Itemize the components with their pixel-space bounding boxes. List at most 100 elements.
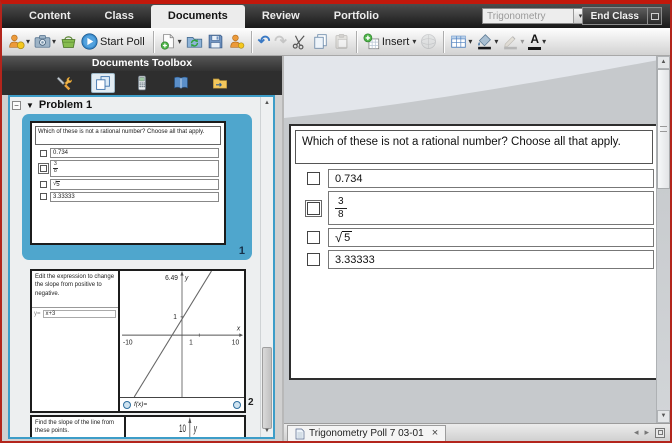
text-color-button[interactable]: A ▾ [526,30,548,54]
chevron-down-icon[interactable]: ▾ [26,37,30,46]
line-color-button[interactable]: ▾ [500,30,526,54]
checkbox-cell-focused [305,200,322,217]
new-document-icon [160,33,177,50]
mini-graph: 10 y [126,417,244,439]
mini-answer-box: 3.33333 [50,192,219,202]
end-class-options-button[interactable] [648,7,662,25]
toolbox-tab-utilities[interactable] [169,73,193,93]
toolbar-separator [443,31,444,53]
page-thumbnail-3[interactable]: Find the slope of the line from these po… [30,415,246,439]
tab-class[interactable]: Class [88,4,151,28]
copy-button[interactable] [310,30,331,54]
answer-checkbox[interactable] [307,253,320,266]
mini-checkbox [40,193,47,200]
graph-x-min-label: -10 [123,339,133,346]
mini-fraction: 3 8 [53,162,58,175]
tab-scroll-right-icon[interactable]: ▸ [644,427,649,438]
chevron-down-icon[interactable]: ▾ [494,37,498,46]
scroll-up-icon[interactable]: ▲ [657,56,670,69]
chevron-down-icon[interactable]: ▾ [178,37,182,46]
expression-label: y= [34,311,41,317]
mini-question-text: Which of these is not a rational number?… [35,126,221,145]
fraction-denominator: 8 [338,209,344,221]
table-button[interactable]: ▾ [448,30,474,54]
start-poll-label: Start Poll [100,36,145,48]
main-scrollbar-thumb[interactable] [657,69,670,189]
document-tab[interactable]: Trigonometry Poll 7 03-01 × [287,425,446,441]
answer-box[interactable]: 3 8 [328,191,654,225]
student-button[interactable] [226,30,247,54]
checkbox-cell [305,251,322,268]
answer-checkbox[interactable] [307,231,320,244]
answer-box[interactable]: √5 [328,228,654,247]
screen-capture-button[interactable]: ▾ [32,30,58,54]
scroll-up-icon[interactable]: ▲ [261,98,273,108]
save-button[interactable] [205,30,226,54]
sqrt-radicand: 5 [342,231,352,244]
page-sorter-icon [95,75,111,91]
graph-y-axis-label: y [184,275,189,282]
book-icon [173,75,189,91]
tab-list-inner-icon [658,430,663,435]
tab-content[interactable]: Content [12,4,88,28]
undo-button[interactable]: ↶ [256,30,273,54]
toolbox-tab-tools[interactable] [52,73,76,93]
tab-portfolio[interactable]: Portfolio [317,4,396,28]
page-thumbnail-1[interactable]: Which of these is not a rational number?… [22,114,252,260]
expression-value: x+3 [43,310,116,318]
insert-button[interactable]: Insert ▾ [361,30,419,54]
sync-document-button[interactable] [184,30,205,54]
answer-box[interactable]: 3.33333 [328,250,654,269]
scrollbar-grip [660,126,667,132]
add-student-button[interactable]: ▾ [6,30,32,54]
scroll-down-icon[interactable]: ▼ [261,426,273,436]
toolbox-tab-content-explorer[interactable] [208,73,232,93]
paste-button[interactable] [331,30,352,54]
fill-color-button[interactable]: ▾ [474,30,500,54]
chevron-down-icon[interactable]: ▾ [468,37,472,46]
sorter-scrollbar[interactable]: ▲ ▼ [260,97,273,437]
collapse-icon[interactable]: − [12,101,21,110]
tab-documents[interactable]: Documents [151,5,245,28]
toolbox-tab-handheld[interactable] [130,73,154,93]
tab-list-icon[interactable] [655,428,665,438]
page-thumbnail-2[interactable]: Edit the expression to change the slope … [30,269,246,413]
close-icon[interactable]: × [432,428,438,439]
chevron-down-icon[interactable]: ▾ [520,37,524,46]
chevron-down-icon[interactable]: ▾ [542,37,546,46]
page-number: 1 [239,245,245,257]
sorter-scrollbar-thumb[interactable] [262,347,272,429]
end-class-button[interactable]: End Class [582,7,648,25]
main-scrollbar[interactable]: ▲ ▼ [656,56,670,423]
toolbox-tab-page-sorter[interactable] [91,73,115,93]
mini-option-row: √5 [40,179,219,190]
entry-label: f(x)= [134,401,147,408]
class-selector-value: Trigonometry [483,11,573,22]
cut-button[interactable] [289,30,310,54]
page-2-text-pane: Edit the expression to change the slope … [32,271,120,411]
problem-group-header[interactable]: − ▼ Problem 1 [10,97,273,113]
answer-box[interactable]: 0.734 [328,169,654,188]
send-to-class-button[interactable] [58,30,79,54]
answer-checkbox[interactable] [307,202,320,215]
start-poll-button[interactable]: Start Poll [79,30,149,54]
copy-icon [312,33,329,50]
chevron-down-icon[interactable]: ▾ [52,37,56,46]
graph-top-label: 10 [179,422,186,434]
answer-checkbox[interactable] [307,172,320,185]
chevron-down-icon[interactable]: ▾ [412,37,416,46]
scroll-down-icon[interactable]: ▼ [657,410,670,423]
graph-x-unit-label: 1 [189,339,193,346]
tab-scroll-left-icon[interactable]: ◂ [634,427,639,438]
variables-button[interactable] [418,30,439,54]
new-document-button[interactable]: ▾ [158,30,184,54]
question-text: Which of these is not a rational number?… [295,130,653,164]
insert-icon [363,33,380,50]
expand-arrow-icon[interactable]: ▼ [26,101,34,110]
camera-icon [34,33,51,50]
graph-y-axis-label: y [193,422,197,434]
toolbar-separator [356,31,357,53]
tab-review[interactable]: Review [245,4,317,28]
class-selector-dropdown[interactable]: Trigonometry ▾ [482,8,588,24]
redo-button[interactable]: ↷ [272,30,289,54]
